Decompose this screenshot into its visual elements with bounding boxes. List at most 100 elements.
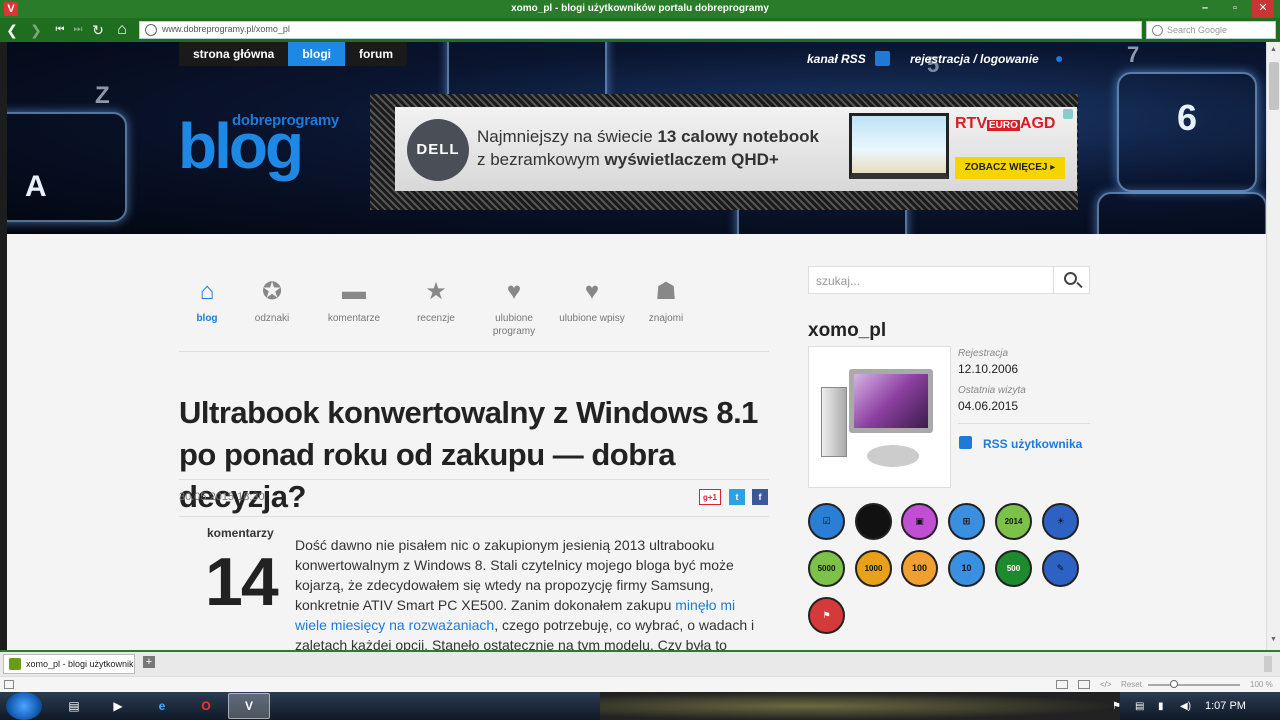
badge-icon[interactable]: 500 [995, 550, 1032, 587]
scroll-down-icon[interactable]: ▼ [1270, 636, 1277, 643]
blog-logo[interactable]: blog dobreprogramy [178, 104, 358, 184]
media-player-icon[interactable]: ▶ [98, 694, 138, 718]
username: xomo_pl [808, 320, 887, 341]
sidebar-search-input[interactable]: szukaj... [808, 266, 1090, 294]
google-icon [1152, 25, 1163, 36]
images-icon[interactable] [1078, 680, 1090, 689]
user-icon[interactable]: ● [1055, 51, 1069, 65]
comments-count[interactable]: 14 [205, 542, 279, 622]
avatar [808, 346, 951, 488]
article-body: Dość dawno nie pisałem nic o zakupionym … [295, 535, 765, 650]
scrollbar-thumb[interactable] [1269, 62, 1279, 110]
scroll-up-icon[interactable]: ▲ [1270, 46, 1277, 53]
monitor-base-image [867, 445, 919, 467]
reload-icon[interactable]: ↻ [88, 20, 108, 40]
key-label: 6 [1177, 97, 1198, 138]
badge-icon[interactable]: 100 [901, 550, 938, 587]
monitor-image [849, 369, 933, 433]
rss-icon[interactable] [959, 436, 972, 449]
tab-active[interactable]: xomo_pl - blogi użytkowników [3, 654, 135, 674]
menu-label: ulubione wpisy [559, 313, 625, 324]
forward-icon[interactable]: ❯ [26, 20, 46, 40]
badge-icon[interactable]: ▣ [901, 503, 938, 540]
search-icon [1064, 272, 1077, 285]
zoom-slider[interactable] [1148, 684, 1240, 686]
article-title[interactable]: Ultrabook konwertowalny z Windows 8.1 po… [179, 392, 779, 518]
facebook-share-icon[interactable]: f [752, 489, 768, 505]
back-icon[interactable]: ❮ [2, 20, 22, 40]
menu-reviews[interactable]: ★ recenzje [401, 278, 471, 325]
tab-label: xomo_pl - blogi użytkowników [26, 659, 135, 669]
last-visit-date: 04.06.2015 [958, 399, 1019, 413]
page-tiling-icon[interactable] [1056, 680, 1068, 689]
menu-friends[interactable]: ☗ znajomi [631, 278, 701, 325]
rss-icon[interactable] [875, 51, 890, 66]
network-icon[interactable]: ▤ [1135, 701, 1144, 712]
new-tab-button[interactable]: + [143, 656, 155, 668]
zoom-reset[interactable]: Reset [1121, 680, 1142, 689]
search-button[interactable] [1053, 267, 1089, 293]
site-info-icon[interactable] [145, 24, 157, 36]
nav-blogs[interactable]: blogi [288, 42, 346, 66]
keyboard-key-glow [7, 112, 127, 222]
menu-fav-programs[interactable]: ♥ ulubione programy [479, 278, 549, 338]
volume-icon[interactable]: ◀) [1180, 701, 1191, 712]
vivaldi-icon[interactable]: V [229, 694, 269, 718]
badge-icon[interactable]: 10 [948, 550, 985, 587]
home-icon[interactable]: ⌂ [112, 20, 132, 40]
body-text: Dość dawno nie pisałem nic o zakupionym … [295, 537, 734, 613]
favicon-icon [9, 658, 21, 670]
google-plus-share-icon[interactable]: g+1 [699, 489, 721, 505]
menu-fav-posts[interactable]: ♥ ulubione wpisy [557, 278, 627, 325]
flag-icon[interactable]: ⚑ [1112, 701, 1121, 712]
menu-label: ulubione programy [492, 313, 536, 337]
tab-scroll-icon[interactable] [1264, 656, 1272, 672]
panel-toggle-icon[interactable] [4, 680, 14, 689]
vertical-scrollbar[interactable]: ▲ ▼ [1266, 42, 1280, 650]
dell-ad-banner[interactable]: DELL Najmniejszy na świecie 13 calowy no… [395, 107, 1077, 191]
clock[interactable]: 1:07 PM [1205, 700, 1246, 712]
menu-badges[interactable]: ✪ odznaki [237, 278, 307, 325]
fast-forward-icon[interactable]: ⏭ [68, 20, 88, 40]
search-placeholder[interactable]: Search Google [1167, 25, 1227, 35]
registration-date: 12.10.2006 [958, 362, 1019, 376]
user-rss-link[interactable]: RSS użytkownika [983, 437, 1082, 451]
page-actions-icon[interactable]: </> [1100, 680, 1112, 689]
key-label: A [25, 170, 47, 203]
nav-home[interactable]: strona główna [179, 42, 288, 66]
minimize-button[interactable]: – [1194, 0, 1216, 18]
login-link[interactable]: rejestracja / logowanie [910, 52, 1039, 66]
site-top-nav: strona główna blogi forum [179, 42, 408, 66]
rewind-icon[interactable]: ⏮ [50, 20, 70, 40]
maximize-button[interactable]: ▫ [1224, 0, 1246, 18]
nav-forum[interactable]: forum [345, 42, 407, 66]
close-button[interactable]: ✕ [1252, 0, 1274, 18]
badge-icon[interactable]: ☾ [855, 503, 892, 540]
search-field[interactable]: Search Google [1146, 21, 1276, 39]
badge-icon[interactable]: ⊞ [948, 503, 985, 540]
adchoices-icon[interactable] [1063, 109, 1073, 119]
windows-taskbar: ▤ ▶ e O V ⚑ ▤ ▮ ◀) 1:07 PM [0, 692, 1280, 720]
signal-icon[interactable]: ▮ [1158, 701, 1164, 712]
badge-icon[interactable]: 1000 [855, 550, 892, 587]
start-button[interactable] [6, 692, 42, 720]
url-text[interactable]: www.dobreprogramy.pl/xomo_pl [162, 24, 290, 34]
badge-icon[interactable]: ✎ [1042, 550, 1079, 587]
twitter-share-icon[interactable]: t [729, 489, 745, 505]
address-bar[interactable]: www.dobreprogramy.pl/xomo_pl [139, 21, 1142, 39]
internet-explorer-icon[interactable]: e [142, 694, 182, 718]
badge-icon[interactable]: ☀ [1042, 503, 1079, 540]
search-placeholder[interactable]: szukaj... [816, 274, 860, 288]
rss-link[interactable]: kanał RSS [807, 52, 866, 66]
search-icon-handle [1076, 281, 1083, 289]
menu-comments[interactable]: ▬ komentarze [319, 278, 389, 325]
zoom-slider-knob[interactable] [1170, 680, 1178, 688]
menu-blog[interactable]: ⌂ blog [172, 278, 242, 325]
badge-icon[interactable]: 5000 [808, 550, 845, 587]
explorer-icon[interactable]: ▤ [54, 694, 94, 718]
badge-icon[interactable]: 2014 [995, 503, 1032, 540]
ad-cta-button[interactable]: ZOBACZ WIĘCEJ ▸ [955, 157, 1065, 179]
badge-icon[interactable]: ☑ [808, 503, 845, 540]
badge-icon[interactable]: ⚑ [808, 597, 845, 634]
opera-icon[interactable]: O [186, 694, 226, 718]
